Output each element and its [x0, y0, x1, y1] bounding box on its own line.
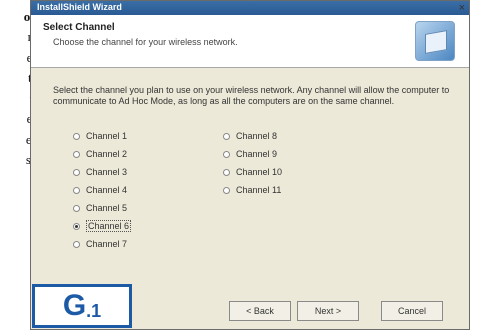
figure-number: .1 [86, 300, 102, 321]
window-title: InstallShield Wizard [37, 2, 122, 12]
channel-label: Channel 2 [86, 149, 128, 159]
radio-button[interactable] [73, 240, 80, 248]
channel-option-8[interactable]: Channel 8 [223, 129, 277, 143]
channel-option-7[interactable]: Channel 7 [73, 237, 127, 251]
radio-button[interactable] [73, 150, 80, 158]
channel-option-5[interactable]: Channel 5 [73, 201, 127, 215]
page-title: Select Channel [43, 22, 115, 33]
instructions-text: Select the channel you plan to use on yo… [53, 85, 450, 106]
channel-option-4[interactable]: Channel 4 [73, 183, 127, 197]
channel-label: Channel 9 [236, 149, 278, 159]
channel-label: Channel 3 [86, 167, 128, 177]
radio-button[interactable] [223, 150, 230, 158]
radio-button[interactable] [223, 186, 230, 194]
cancel-button[interactable]: Cancel [381, 301, 443, 321]
radio-button-selected[interactable] [73, 222, 80, 230]
channel-option-2[interactable]: Channel 2 [73, 147, 127, 161]
channel-option-6[interactable]: Channel 6 [73, 219, 132, 233]
channel-label: Channel 11 [236, 185, 282, 195]
channel-label: Channel 4 [86, 185, 128, 195]
installer-logo-icon [415, 21, 455, 61]
channel-option-10[interactable]: Channel 10 [223, 165, 282, 179]
channel-option-1[interactable]: Channel 1 [73, 129, 127, 143]
radio-button[interactable] [73, 132, 80, 140]
figure-label: G .1 [32, 284, 132, 328]
back-button[interactable]: < Back [229, 301, 291, 321]
radio-button[interactable] [73, 204, 80, 212]
page-subtitle: Choose the channel for your wireless net… [53, 37, 238, 47]
radio-button[interactable] [73, 186, 80, 194]
figure-letter: G [62, 289, 87, 322]
wizard-dialog: InstallShield Wizard × Select Channel Ch… [30, 0, 470, 330]
radio-button[interactable] [223, 132, 230, 140]
close-icon[interactable]: × [459, 1, 465, 15]
channel-label: Channel 8 [236, 131, 278, 141]
channel-label: Channel 5 [86, 203, 128, 213]
wizard-header: Select Channel Choose the channel for yo… [31, 15, 469, 68]
channel-label: Channel 6 [86, 220, 132, 232]
title-bar[interactable]: InstallShield Wizard × [31, 1, 469, 15]
radio-button[interactable] [223, 168, 230, 176]
radio-button[interactable] [73, 168, 80, 176]
channel-option-9[interactable]: Channel 9 [223, 147, 277, 161]
channel-label: Channel 7 [86, 239, 128, 249]
next-button[interactable]: Next > [297, 301, 359, 321]
channel-label: Channel 10 [236, 167, 283, 177]
channel-label: Channel 1 [86, 131, 128, 141]
channel-option-3[interactable]: Channel 3 [73, 165, 127, 179]
channel-option-11[interactable]: Channel 11 [223, 183, 281, 197]
